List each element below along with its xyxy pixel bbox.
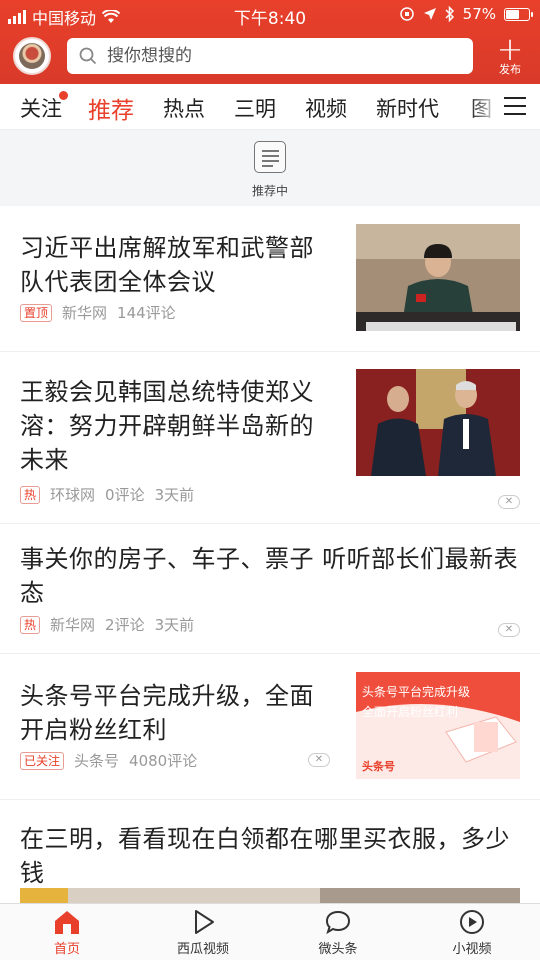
app-header: 中国移动 下午8:40 57% + 发布: [0, 0, 540, 84]
list-item[interactable]: 在三明，看看现在白领都在哪里买衣服，多少钱: [0, 800, 540, 910]
nav-micro-headline[interactable]: 微头条: [298, 909, 378, 957]
thumb-headline-2: 全面开启粉丝红利: [362, 704, 458, 719]
channel-menu-icon[interactable]: [504, 97, 526, 121]
list-item[interactable]: 习近平出席解放军和武警部队代表团全体会议 置顶 新华网 144评论: [0, 206, 540, 352]
publish-label: 发布: [499, 63, 521, 76]
play-icon: [195, 910, 214, 934]
nav-home-label: 首页: [53, 942, 80, 957]
tab-video[interactable]: 视频: [305, 93, 347, 123]
battery-icon: [504, 7, 533, 21]
small-video-icon: [460, 910, 484, 934]
article-thumbnail[interactable]: [356, 224, 520, 331]
list-item[interactable]: 头条号平台完成升级，全面开启粉丝红利 已关注 头条号 4080评论 ✕ 头条号平…: [0, 654, 540, 800]
tab-recommend[interactable]: 推荐: [88, 91, 134, 125]
user-avatar[interactable]: [13, 37, 51, 75]
dislike-button[interactable]: ✕: [498, 495, 520, 509]
search-bar[interactable]: [67, 38, 473, 74]
search-input[interactable]: [107, 46, 447, 66]
followed-badge: 已关注: [20, 751, 65, 770]
search-icon: [79, 47, 97, 65]
publish-time: 3天前: [154, 486, 195, 504]
bluetooth-icon: [445, 6, 454, 22]
comment-count: 4080评论: [129, 752, 198, 770]
hot-badge: 热: [20, 615, 41, 634]
tab-hot[interactable]: 热点: [163, 93, 205, 123]
dislike-button[interactable]: ✕: [498, 623, 520, 637]
article-source: 头条号: [74, 752, 120, 770]
comment-count: 144评论: [117, 304, 176, 322]
status-bar: 中国移动 下午8:40 57%: [0, 0, 540, 30]
tab-follow[interactable]: 关注: [20, 93, 62, 123]
battery-percent: 57%: [462, 5, 496, 23]
nav-micro-label: 微头条: [318, 942, 358, 957]
list-item[interactable]: 王毅会见韩国总统特使郑义溶：努力开辟朝鲜半岛新的未来 热 环球网 0评论 3天前…: [0, 352, 540, 524]
nav-small-video[interactable]: 小视频: [432, 909, 512, 957]
article-thumbnail[interactable]: [356, 369, 520, 476]
article-icon: [254, 141, 286, 173]
refresh-label: 推荐中: [251, 184, 288, 198]
location-icon: [423, 8, 436, 20]
nav-home[interactable]: 首页: [27, 909, 107, 957]
article-source: 环球网: [50, 486, 96, 504]
thumbnail-image: [356, 224, 520, 331]
thumbnail-image: 头条号平台完成升级 全面开启粉丝红利 头条号: [356, 672, 520, 779]
thumb-brand: 头条号: [362, 759, 395, 773]
publish-time: 3天前: [154, 616, 195, 634]
article-source: 新华网: [62, 304, 108, 322]
orientation-lock-icon: [399, 7, 414, 21]
article-title[interactable]: 王毅会见韩国总统特使郑义溶：努力开辟朝鲜半岛新的未来: [20, 375, 338, 477]
thumbnail-image: [356, 369, 520, 476]
refresh-banner: 推荐中: [0, 130, 540, 206]
article-title[interactable]: 事关你的房子、车子、票子 听听部长们最新表态: [20, 542, 520, 610]
tab-new-era[interactable]: 新时代: [376, 93, 439, 123]
plus-icon: +: [496, 30, 524, 68]
image-strip: [20, 888, 520, 904]
article-title[interactable]: 在三明，看看现在白领都在哪里买衣服，多少钱: [20, 822, 520, 890]
list-item[interactable]: 事关你的房子、车子、票子 听听部长们最新表态 热 新华网 2评论 3天前 ✕: [0, 524, 540, 654]
nav-small-video-label: 小视频: [452, 942, 492, 957]
chat-bubble-icon: [325, 910, 351, 935]
home-icon: [55, 911, 79, 934]
notification-dot: [59, 91, 68, 100]
comment-count: 0评论: [105, 486, 145, 504]
channel-tabs: 关注 推荐 热点 三明 视频 新时代 图: [0, 84, 540, 130]
thumb-headline-1: 头条号平台完成升级: [362, 684, 470, 699]
article-title[interactable]: 习近平出席解放军和武警部队代表团全体会议: [20, 231, 338, 299]
article-title[interactable]: 头条号平台完成升级，全面开启粉丝红利: [20, 679, 338, 747]
nav-xigua-video[interactable]: 西瓜视频: [163, 909, 243, 957]
nav-xigua-label: 西瓜视频: [176, 942, 229, 957]
tabs-fade: [470, 84, 500, 129]
publish-button[interactable]: + 发布: [488, 30, 532, 78]
comment-count: 2评论: [105, 616, 145, 634]
hot-badge: 热: [20, 485, 41, 504]
pinned-badge: 置顶: [20, 303, 53, 322]
tab-sanming[interactable]: 三明: [234, 93, 276, 123]
bottom-nav: 首页 西瓜视频 微头条 小视频: [0, 903, 540, 960]
article-thumbnail[interactable]: 头条号平台完成升级 全面开启粉丝红利 头条号: [356, 672, 520, 779]
dislike-button[interactable]: ✕: [308, 753, 330, 767]
article-source: 新华网: [50, 616, 96, 634]
